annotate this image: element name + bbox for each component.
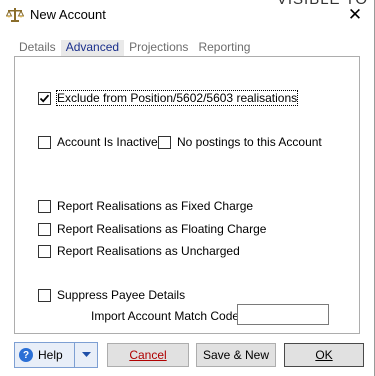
save-and-new-label: Save & New [202, 348, 270, 362]
exclude-realisations-checkbox[interactable]: Exclude from Position/5602/5603 realisat… [38, 90, 299, 106]
account-inactive-checkbox[interactable]: Account Is Inactive [38, 135, 158, 149]
report-floating-checkbox[interactable]: Report Realisations as Floating Charge [38, 222, 266, 236]
help-split-button: ? Help [14, 342, 98, 368]
report-uncharged-checkbox[interactable]: Report Realisations as Uncharged [38, 244, 240, 258]
chevron-down-icon [81, 352, 91, 357]
suppress-payee-checkbox[interactable]: Suppress Payee Details [38, 288, 185, 302]
checkbox-box [38, 222, 51, 236]
exclude-realisations-label: Exclude from Position/5602/5603 realisat… [55, 90, 299, 106]
tab-projections[interactable]: Projections [124, 40, 193, 56]
checkmark-icon [39, 94, 50, 103]
checkbox-box [38, 199, 51, 213]
no-postings-label: No postings to this Account [177, 135, 322, 149]
cancel-button[interactable]: Cancel [107, 343, 189, 367]
report-fixed-label: Report Realisations as Fixed Charge [57, 199, 254, 213]
scales-icon [5, 6, 25, 24]
no-postings-checkbox[interactable]: No postings to this Account [158, 135, 322, 149]
import-match-code-label: Import Account Match Code: [91, 309, 243, 323]
button-bar: ? Help Cancel Save & New OK [0, 342, 375, 372]
close-icon: ✕ [347, 5, 363, 24]
tab-reporting[interactable]: Reporting [193, 40, 255, 56]
window-title: New Account [30, 7, 106, 22]
checkbox-box [38, 288, 51, 302]
new-account-dialog: VISIBLE TO New Account ✕ Details Advance… [0, 0, 375, 376]
suppress-payee-label: Suppress Payee Details [57, 288, 186, 302]
report-floating-label: Report Realisations as Floating Charge [57, 222, 267, 236]
report-fixed-checkbox[interactable]: Report Realisations as Fixed Charge [38, 199, 253, 213]
tab-strip: Details Advanced Projections Reporting [14, 40, 255, 56]
checkbox-box [38, 91, 51, 105]
help-button[interactable]: ? Help [15, 343, 75, 367]
close-button[interactable]: ✕ [341, 3, 369, 27]
checkbox-box [38, 244, 51, 258]
tab-details[interactable]: Details [14, 40, 61, 56]
account-inactive-label: Account Is Inactive [57, 135, 158, 149]
checkbox-box [38, 135, 51, 149]
help-icon: ? [19, 348, 33, 362]
help-label: Help [38, 348, 63, 362]
import-match-code-input[interactable] [237, 304, 329, 325]
title-bar[interactable]: New Account ✕ [0, 0, 375, 30]
ok-label: OK [315, 348, 333, 362]
help-dropdown-button[interactable] [75, 343, 97, 367]
cancel-label: Cancel [129, 348, 167, 362]
report-uncharged-label: Report Realisations as Uncharged [57, 244, 240, 258]
save-and-new-button[interactable]: Save & New [196, 343, 276, 367]
checkbox-box [158, 135, 171, 149]
ok-button[interactable]: OK [284, 343, 364, 367]
tab-advanced[interactable]: Advanced [60, 40, 125, 56]
